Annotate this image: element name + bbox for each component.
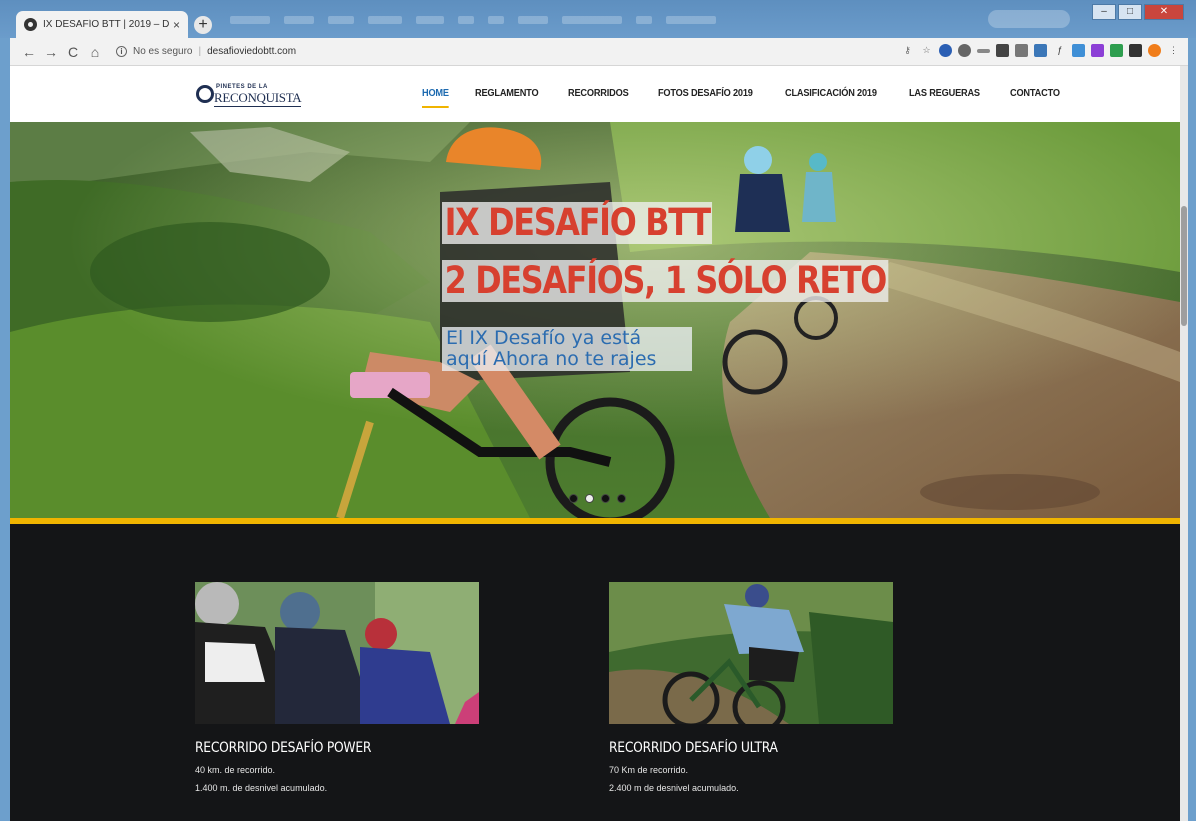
route-power-elevation: 1.400 m. de desnivel acumulado. bbox=[195, 783, 328, 793]
main-nav: HOME REGLAMENTO RECORRIDOS FOTOS DESAFÍO… bbox=[422, 66, 1088, 122]
nav-item-las-regueras[interactable]: LAS REGUERAS bbox=[909, 66, 980, 122]
logo-bottom-text: RECONQUISTA bbox=[214, 90, 302, 107]
route-power-title[interactable]: RECORRIDO DESAFÍO POWER bbox=[195, 740, 445, 756]
window-controls: – □ ✕ bbox=[1092, 4, 1184, 20]
route-ultra-distance: 70 Km de recorrido. bbox=[609, 765, 689, 775]
extension-icon[interactable] bbox=[1110, 44, 1123, 57]
profile-pill[interactable] bbox=[988, 10, 1070, 28]
browser-tab[interactable]: IX DESAFÍO BTT | 2019 – Desafío × bbox=[16, 11, 188, 38]
browser-toolbar: ← → C ⌂ i No es seguro | desafioviedobtt… bbox=[10, 38, 1188, 66]
route-ultra-image[interactable] bbox=[609, 582, 893, 724]
route-power-image[interactable] bbox=[195, 582, 479, 724]
hero-headline-1: IX DESAFÍO BTT bbox=[442, 202, 713, 244]
hero-photo bbox=[10, 122, 1180, 518]
nav-item-fotos[interactable]: FOTOS DESAFÍO 2019 bbox=[658, 66, 753, 122]
nav-item-contacto[interactable]: CONTACTO bbox=[1010, 66, 1060, 122]
scrollbar-thumb[interactable] bbox=[1181, 206, 1187, 326]
minimize-icon[interactable]: – bbox=[1092, 4, 1116, 20]
title-bar: IX DESAFÍO BTT | 2019 – Desafío × + – □ … bbox=[0, 0, 1196, 38]
slider-dot-1[interactable] bbox=[569, 494, 578, 503]
slider-dot-3[interactable] bbox=[601, 494, 610, 503]
reload-icon[interactable]: C bbox=[62, 44, 84, 60]
avatar[interactable] bbox=[1148, 44, 1161, 57]
page-scrollbar[interactable] bbox=[1180, 66, 1188, 821]
route-card-power[interactable]: RECORRIDO DESAFÍO POWER 40 km. de recorr… bbox=[195, 582, 479, 793]
extension-icon[interactable] bbox=[1072, 44, 1085, 57]
info-icon[interactable]: i bbox=[116, 46, 127, 57]
logo-mark bbox=[196, 85, 214, 103]
extension-icon[interactable] bbox=[1129, 44, 1142, 57]
slider-dots bbox=[569, 494, 626, 503]
back-icon[interactable]: ← bbox=[18, 44, 40, 60]
route-card-ultra[interactable]: RECORRIDO DESAFÍO ULTRA 70 Km de recorri… bbox=[609, 582, 893, 793]
address-bar[interactable]: i No es seguro | desafioviedobtt.com bbox=[116, 42, 876, 62]
routes-section: RECORRIDO DESAFÍO POWER 40 km. de recorr… bbox=[10, 524, 1180, 821]
forward-icon[interactable]: → bbox=[40, 44, 62, 60]
close-tab-icon[interactable]: × bbox=[173, 18, 180, 32]
nav-item-home[interactable]: HOME bbox=[422, 66, 450, 122]
tab-title: IX DESAFÍO BTT | 2019 – Desafío bbox=[43, 19, 169, 30]
home-icon[interactable]: ⌂ bbox=[84, 44, 106, 60]
function-icon[interactable]: ƒ bbox=[1053, 44, 1066, 57]
key-icon[interactable]: ⚷ bbox=[901, 44, 914, 57]
separator: | bbox=[198, 46, 202, 57]
menu-icon[interactable]: ⋮ bbox=[1167, 44, 1180, 57]
nav-item-recorridos[interactable]: RECORRIDOS bbox=[568, 66, 629, 122]
slider-dot-4[interactable] bbox=[617, 494, 626, 503]
route-ultra-title[interactable]: RECORRIDO DESAFÍO ULTRA bbox=[609, 740, 859, 756]
slider-dot-2[interactable] bbox=[585, 494, 594, 503]
star-icon[interactable]: ☆ bbox=[920, 44, 933, 57]
url-text[interactable]: desafioviedobtt.com bbox=[207, 46, 296, 57]
hero-slider[interactable]: IX DESAFÍO BTT 2 DESAFÍOS, 1 SÓLO RETO E… bbox=[10, 122, 1180, 518]
page-viewport: PINETES DE LA RECONQUISTA HOME REGLAMENT… bbox=[10, 66, 1188, 821]
extension-icon[interactable] bbox=[1034, 44, 1047, 57]
close-window-icon[interactable]: ✕ bbox=[1144, 4, 1184, 20]
site-favicon-icon bbox=[24, 18, 37, 31]
hero-subtitle: El IX Desafío ya está aquí Ahora no te r… bbox=[442, 327, 692, 371]
background-window-strip bbox=[230, 12, 970, 28]
browser-window: IX DESAFÍO BTT | 2019 – Desafío × + – □ … bbox=[0, 0, 1196, 821]
hero-headline-2: 2 DESAFÍOS, 1 SÓLO RETO bbox=[442, 260, 889, 302]
site-logo[interactable]: PINETES DE LA RECONQUISTA bbox=[196, 83, 302, 107]
site-header: PINETES DE LA RECONQUISTA HOME REGLAMENT… bbox=[10, 66, 1180, 122]
extension-icon[interactable] bbox=[977, 48, 990, 53]
security-label: No es seguro bbox=[133, 46, 193, 57]
route-power-distance: 40 km. de recorrido. bbox=[195, 765, 276, 775]
extension-icon[interactable] bbox=[939, 44, 952, 57]
extension-icons: ⚷ ☆ ƒ ⋮ bbox=[901, 44, 1180, 57]
extension-icon[interactable] bbox=[1091, 44, 1104, 57]
nav-item-reglamento[interactable]: REGLAMENTO bbox=[475, 66, 539, 122]
extension-icon[interactable] bbox=[996, 44, 1009, 57]
new-tab-button[interactable]: + bbox=[194, 16, 212, 34]
nav-item-clasificacion[interactable]: CLASIFICACIÓN 2019 bbox=[785, 66, 877, 122]
maximize-icon[interactable]: □ bbox=[1118, 4, 1142, 20]
wordpress-icon[interactable] bbox=[958, 44, 971, 57]
route-ultra-elevation: 2.400 m de desnivel acumulado. bbox=[609, 783, 739, 793]
extension-icon[interactable] bbox=[1015, 44, 1028, 57]
